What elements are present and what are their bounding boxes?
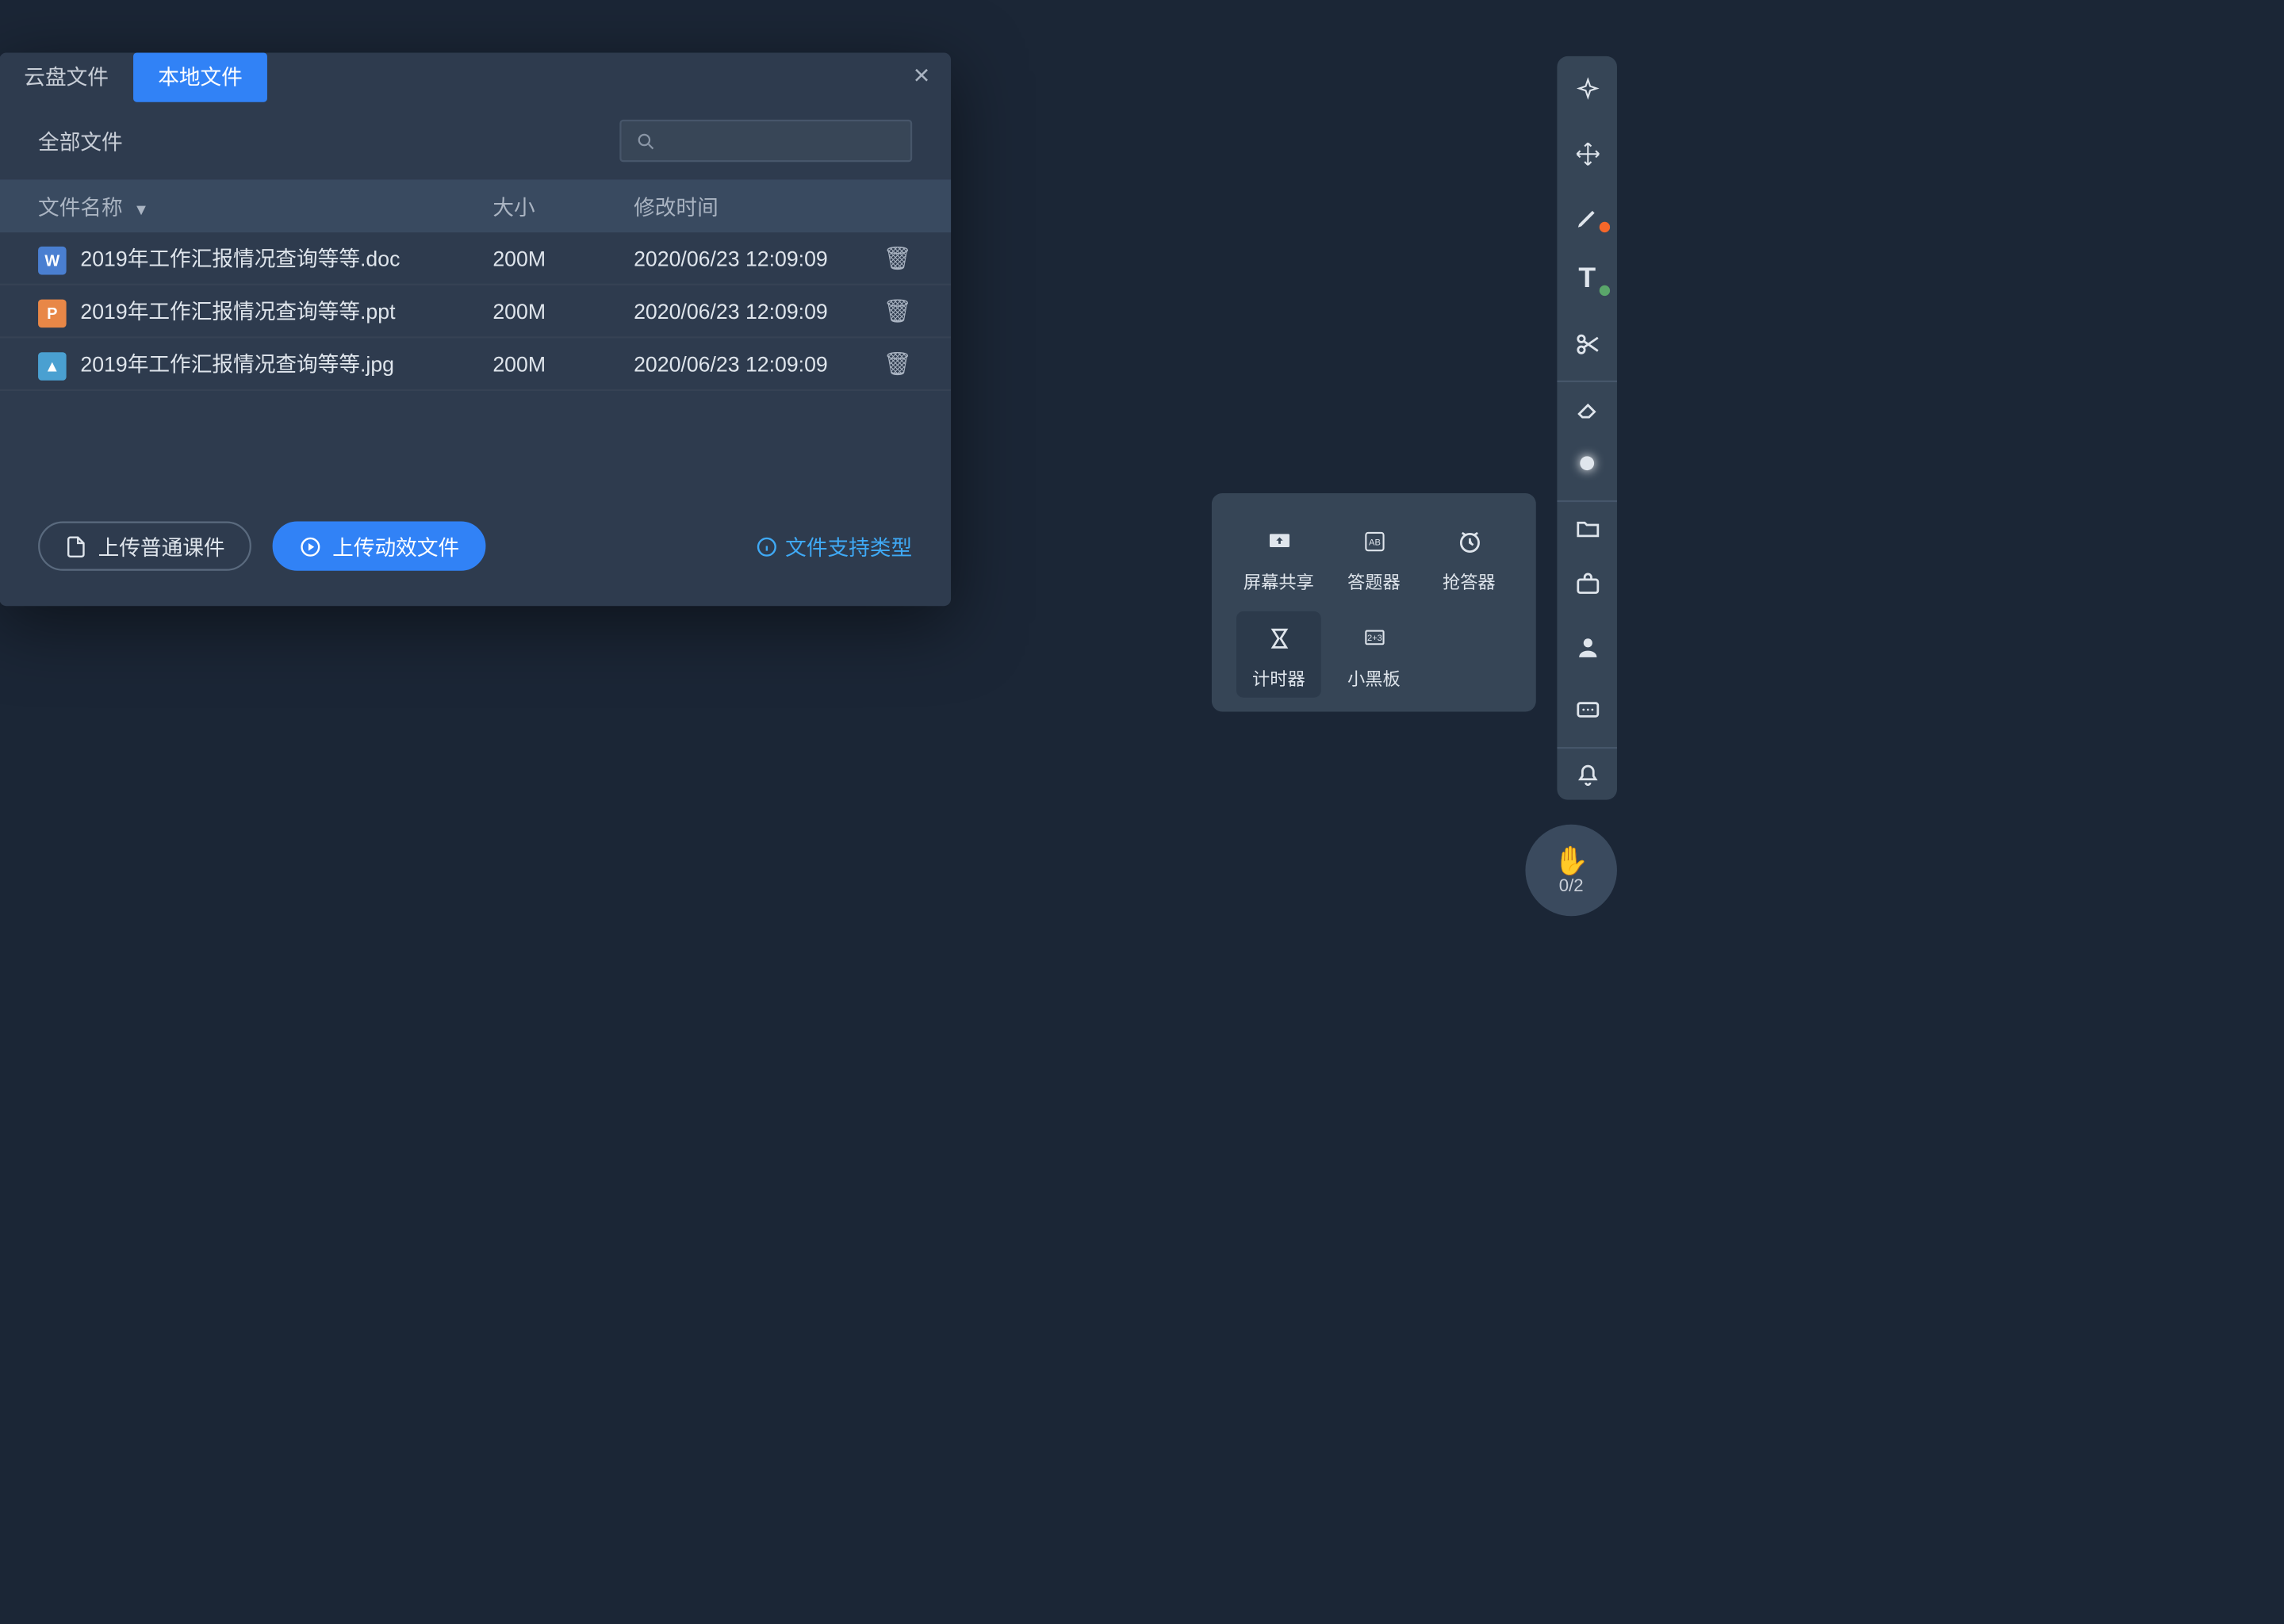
tool-screen-share[interactable]: 屏幕共享 xyxy=(1236,515,1321,601)
raise-hand-button[interactable]: ✋ 0/2 xyxy=(1525,825,1617,917)
svg-text:2+3: 2+3 xyxy=(1366,633,1382,642)
svg-text:AB: AB xyxy=(1368,537,1380,546)
search-field[interactable] xyxy=(657,128,896,153)
col-mtime[interactable]: 修改时间 xyxy=(634,191,859,221)
table-header: 文件名称 ▼ 大小 修改时间 xyxy=(0,179,951,232)
breadcrumb[interactable]: 全部文件 xyxy=(38,126,123,156)
delete-icon[interactable]: 🗑 xyxy=(883,350,912,376)
right-toolbar: T xyxy=(1557,56,1617,800)
hand-count: 0/2 xyxy=(1559,877,1584,896)
table-row[interactable]: ▲2019年工作汇报情况查询等等.jpg 200M 2020/06/23 12:… xyxy=(0,338,951,391)
col-name[interactable]: 文件名称 xyxy=(38,194,123,219)
scissors-tool[interactable] xyxy=(1557,324,1617,363)
move-tool[interactable] xyxy=(1557,134,1617,173)
pen-tool[interactable] xyxy=(1557,197,1617,236)
search-icon xyxy=(635,129,657,152)
bell-tool[interactable] xyxy=(1557,747,1617,786)
text-tool[interactable]: T xyxy=(1557,261,1617,300)
search-input[interactable] xyxy=(619,120,912,162)
laser-tool[interactable] xyxy=(1557,444,1617,483)
doc-icon: W xyxy=(38,246,67,274)
tab-cloud-files[interactable]: 云盘文件 xyxy=(0,52,133,102)
image-icon: ▲ xyxy=(38,351,67,380)
cursor-tool[interactable] xyxy=(1557,71,1617,109)
supported-types-link[interactable]: 文件支持类型 xyxy=(755,531,912,561)
upload-animated-button[interactable]: 上传动效文件 xyxy=(273,522,486,571)
hand-icon: ✋ xyxy=(1554,844,1588,879)
modal-tabs: 云盘文件 本地文件 × xyxy=(0,52,951,102)
tab-local-files[interactable]: 本地文件 xyxy=(133,52,267,102)
toolbox-tool[interactable] xyxy=(1557,564,1617,603)
ppt-icon: P xyxy=(38,298,67,327)
tool-timer[interactable]: 计时器 xyxy=(1236,611,1321,698)
tool-answer[interactable]: AB答题器 xyxy=(1332,515,1416,601)
col-size[interactable]: 大小 xyxy=(492,191,634,221)
table-row[interactable]: W2019年工作汇报情况查询等等.doc 200M 2020/06/23 12:… xyxy=(0,232,951,285)
tool-blackboard[interactable]: 2+3小黑板 xyxy=(1332,611,1416,698)
toolbox-popup: 屏幕共享 AB答题器 抢答器 计时器 2+3小黑板 xyxy=(1212,493,1536,712)
modal-close-icon[interactable]: × xyxy=(892,62,951,94)
table-row[interactable]: P2019年工作汇报情况查询等等.ppt 200M 2020/06/23 12:… xyxy=(0,285,951,339)
eraser-tool[interactable] xyxy=(1557,381,1617,419)
chat-tool[interactable] xyxy=(1557,691,1617,730)
file-modal: 云盘文件 本地文件 × 全部文件 文件名称 ▼ 大小 修改时间 W2019年工作汇… xyxy=(0,52,951,606)
folder-tool[interactable] xyxy=(1557,500,1617,539)
delete-icon[interactable]: 🗑 xyxy=(883,244,912,270)
person-tool[interactable] xyxy=(1557,627,1617,666)
upload-normal-button[interactable]: 上传普通课件 xyxy=(38,522,251,571)
tool-buzzer[interactable]: 抢答器 xyxy=(1427,515,1512,601)
sort-icon[interactable]: ▼ xyxy=(133,200,149,217)
delete-icon[interactable]: 🗑 xyxy=(883,297,912,323)
